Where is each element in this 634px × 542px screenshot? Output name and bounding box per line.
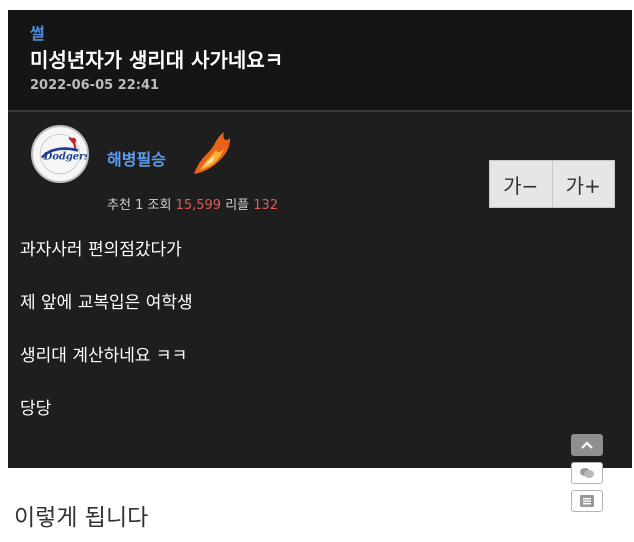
recommend-label: 추천 (107, 198, 131, 213)
replies-label: 리플 (225, 198, 250, 213)
body-line-2: 제 앞에 교복입은 여학생 (20, 293, 193, 313)
post-title: 미성년자가 생리대 사가네요ㅋ (30, 48, 284, 72)
comments-icon (580, 468, 594, 478)
views-label: 조회 (147, 198, 172, 213)
font-increase-button[interactable]: 가+ (553, 161, 615, 207)
list-button[interactable] (571, 490, 603, 512)
font-decrease-button[interactable]: 가− (490, 161, 552, 207)
dodgers-logo-icon[interactable]: Dodgers (31, 125, 89, 183)
header-divider (8, 110, 632, 112)
post-header: 썰 미성년자가 생리대 사가네요ㅋ 2022-06-05 22:41 (8, 10, 632, 110)
scroll-top-button[interactable] (571, 434, 603, 456)
chevron-up-icon (581, 441, 593, 449)
comments-button[interactable] (571, 462, 603, 484)
svg-text:Dodgers: Dodgers (43, 151, 87, 162)
recommend-value: 1 (135, 198, 144, 213)
side-floating-buttons (571, 434, 605, 518)
post-stats: 추천 1 조회 15,599 리플 132 (107, 194, 278, 213)
views-value: 15,599 (175, 198, 222, 213)
list-icon (580, 495, 594, 507)
body-line-1: 과자사러 편의점갔다가 (20, 240, 182, 260)
post-category[interactable]: 썰 (30, 20, 45, 44)
replies-value: 132 (253, 198, 279, 213)
post-date: 2022-06-05 22:41 (30, 78, 160, 93)
author-nickname[interactable]: 해병필승 (107, 146, 166, 170)
body-line-3: 생리대 계산하네요 ㅋㅋ (20, 346, 188, 366)
font-size-controls: 가− 가+ (489, 160, 615, 208)
caption-text: 이렇게 됩니다 (14, 505, 149, 531)
fire-badge-icon (186, 128, 238, 180)
body-line-4: 당당 (20, 399, 52, 419)
post-container: 썰 미성년자가 생리대 사가네요ㅋ 2022-06-05 22:41 Dodge… (8, 10, 632, 468)
